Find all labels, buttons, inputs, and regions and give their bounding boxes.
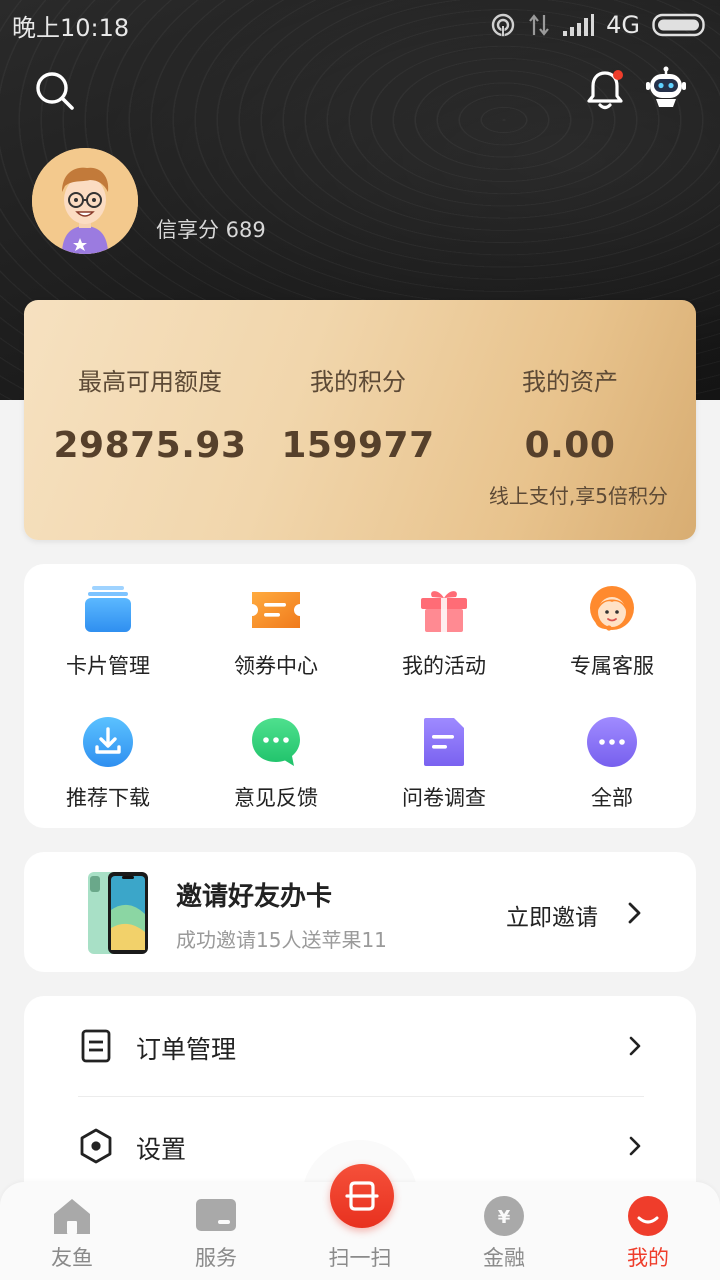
grid-item-card-management[interactable]: 卡片管理	[24, 564, 192, 684]
grid-item-my-activities[interactable]: 我的活动	[360, 564, 528, 684]
nav-label: 服务	[195, 1246, 237, 1270]
hotspot-icon	[491, 13, 515, 37]
battery-icon	[652, 13, 705, 37]
grid-item-label: 我的活动	[402, 654, 486, 678]
chevron-right-icon	[628, 902, 641, 924]
grid-item-label: 领券中心	[234, 654, 318, 678]
customer-service-icon	[590, 586, 634, 631]
service-icon	[196, 1199, 236, 1231]
nav-item-finance[interactable]: ¥ 金融	[432, 1182, 576, 1280]
status-icons: 4G	[490, 11, 706, 39]
card-icon	[85, 586, 131, 632]
nav-item-home[interactable]: 友鱼	[0, 1182, 144, 1280]
nav-item-service[interactable]: 服务	[144, 1182, 288, 1280]
chevron-right-icon	[629, 1136, 641, 1156]
grid-item-recommend-download[interactable]: 推荐下载	[24, 696, 192, 816]
data-transfer-icon	[529, 14, 549, 36]
asset-value: 29875.93	[53, 425, 247, 466]
asset-label: 我的资产	[522, 368, 618, 396]
grid-item-label: 问卷调查	[402, 786, 486, 810]
nav-label: 我的	[627, 1246, 669, 1270]
grid-item-all[interactable]: 全部	[528, 696, 696, 816]
menu-item-orders[interactable]: 订单管理	[24, 996, 696, 1097]
asset-value: 159977	[281, 425, 435, 466]
invite-title: 邀请好友办卡	[176, 882, 333, 912]
asset-credit-limit[interactable]: 最高可用额度 29875.93	[38, 362, 262, 466]
invite-banner[interactable]: 邀请好友办卡 成功邀请15人送苹果11 立即邀请	[24, 852, 696, 972]
profile-icon	[628, 1196, 668, 1236]
grid-item-coupon-center[interactable]: 领券中心	[192, 564, 360, 684]
grid-item-survey[interactable]: 问卷调查	[360, 696, 528, 816]
asset-points[interactable]: 我的积分 159977	[246, 362, 470, 466]
status-time: 晚上10:18	[12, 13, 130, 42]
credit-score: 信享分 689	[156, 218, 266, 242]
scan-button[interactable]	[330, 1164, 394, 1228]
coupon-icon	[252, 592, 300, 628]
asset-label: 最高可用额度	[78, 368, 222, 396]
nav-label: 金融	[483, 1246, 525, 1270]
download-icon	[83, 717, 133, 767]
feedback-icon	[252, 718, 300, 766]
survey-icon	[424, 718, 464, 766]
nav-item-profile[interactable]: 我的	[576, 1182, 720, 1280]
menu-item-label: 设置	[136, 1135, 187, 1164]
asset-balance[interactable]: 我的资产 0.00	[458, 362, 682, 466]
gift-icon	[421, 591, 467, 632]
network-type: 4G	[606, 11, 640, 39]
avatar[interactable]	[32, 148, 138, 254]
grid-item-label: 专属客服	[570, 654, 654, 678]
grid-item-label: 推荐下载	[66, 786, 150, 810]
phone-image	[88, 872, 148, 954]
search-icon[interactable]	[34, 70, 76, 112]
more-icon	[587, 717, 637, 767]
asset-value: 0.00	[524, 425, 616, 466]
asset-card: 最高可用额度 29875.93 我的积分 159977 我的资产 0.00 线上…	[24, 300, 696, 540]
asset-label: 我的积分	[310, 368, 406, 396]
nav-label: 友鱼	[51, 1246, 93, 1270]
avatar-illustration	[32, 148, 138, 254]
settings-icon	[80, 1128, 112, 1164]
menu-item-label: 订单管理	[136, 1035, 237, 1064]
shortcut-grid: 卡片管理 领券中心 我的活动 专属客服 推荐下载 意见反馈 问卷调查 全部	[24, 564, 696, 828]
robot-assistant-icon[interactable]	[644, 66, 688, 110]
home-icon	[54, 1199, 90, 1234]
asset-promo-note: 线上支付,享5倍积分	[488, 484, 668, 508]
signal-icon	[563, 14, 595, 36]
invite-subtitle: 成功邀请15人送苹果11	[176, 928, 387, 952]
bell-icon[interactable]	[584, 68, 626, 112]
grid-item-label: 意见反馈	[234, 786, 318, 810]
grid-item-label: 全部	[591, 786, 633, 810]
grid-item-customer-service[interactable]: 专属客服	[528, 564, 696, 684]
scan-icon	[345, 1181, 379, 1211]
grid-item-feedback[interactable]: 意见反馈	[192, 696, 360, 816]
nav-label-scan: 扫一扫	[328, 1246, 392, 1270]
chevron-right-icon	[629, 1036, 641, 1056]
grid-item-label: 卡片管理	[66, 654, 150, 678]
order-icon	[81, 1029, 111, 1063]
svg-text:¥: ¥	[498, 1207, 511, 1228]
status-bar: 晚上10:18 4G	[0, 0, 720, 50]
invite-now-link[interactable]: 立即邀请	[506, 898, 598, 932]
finance-icon: ¥	[484, 1196, 524, 1236]
